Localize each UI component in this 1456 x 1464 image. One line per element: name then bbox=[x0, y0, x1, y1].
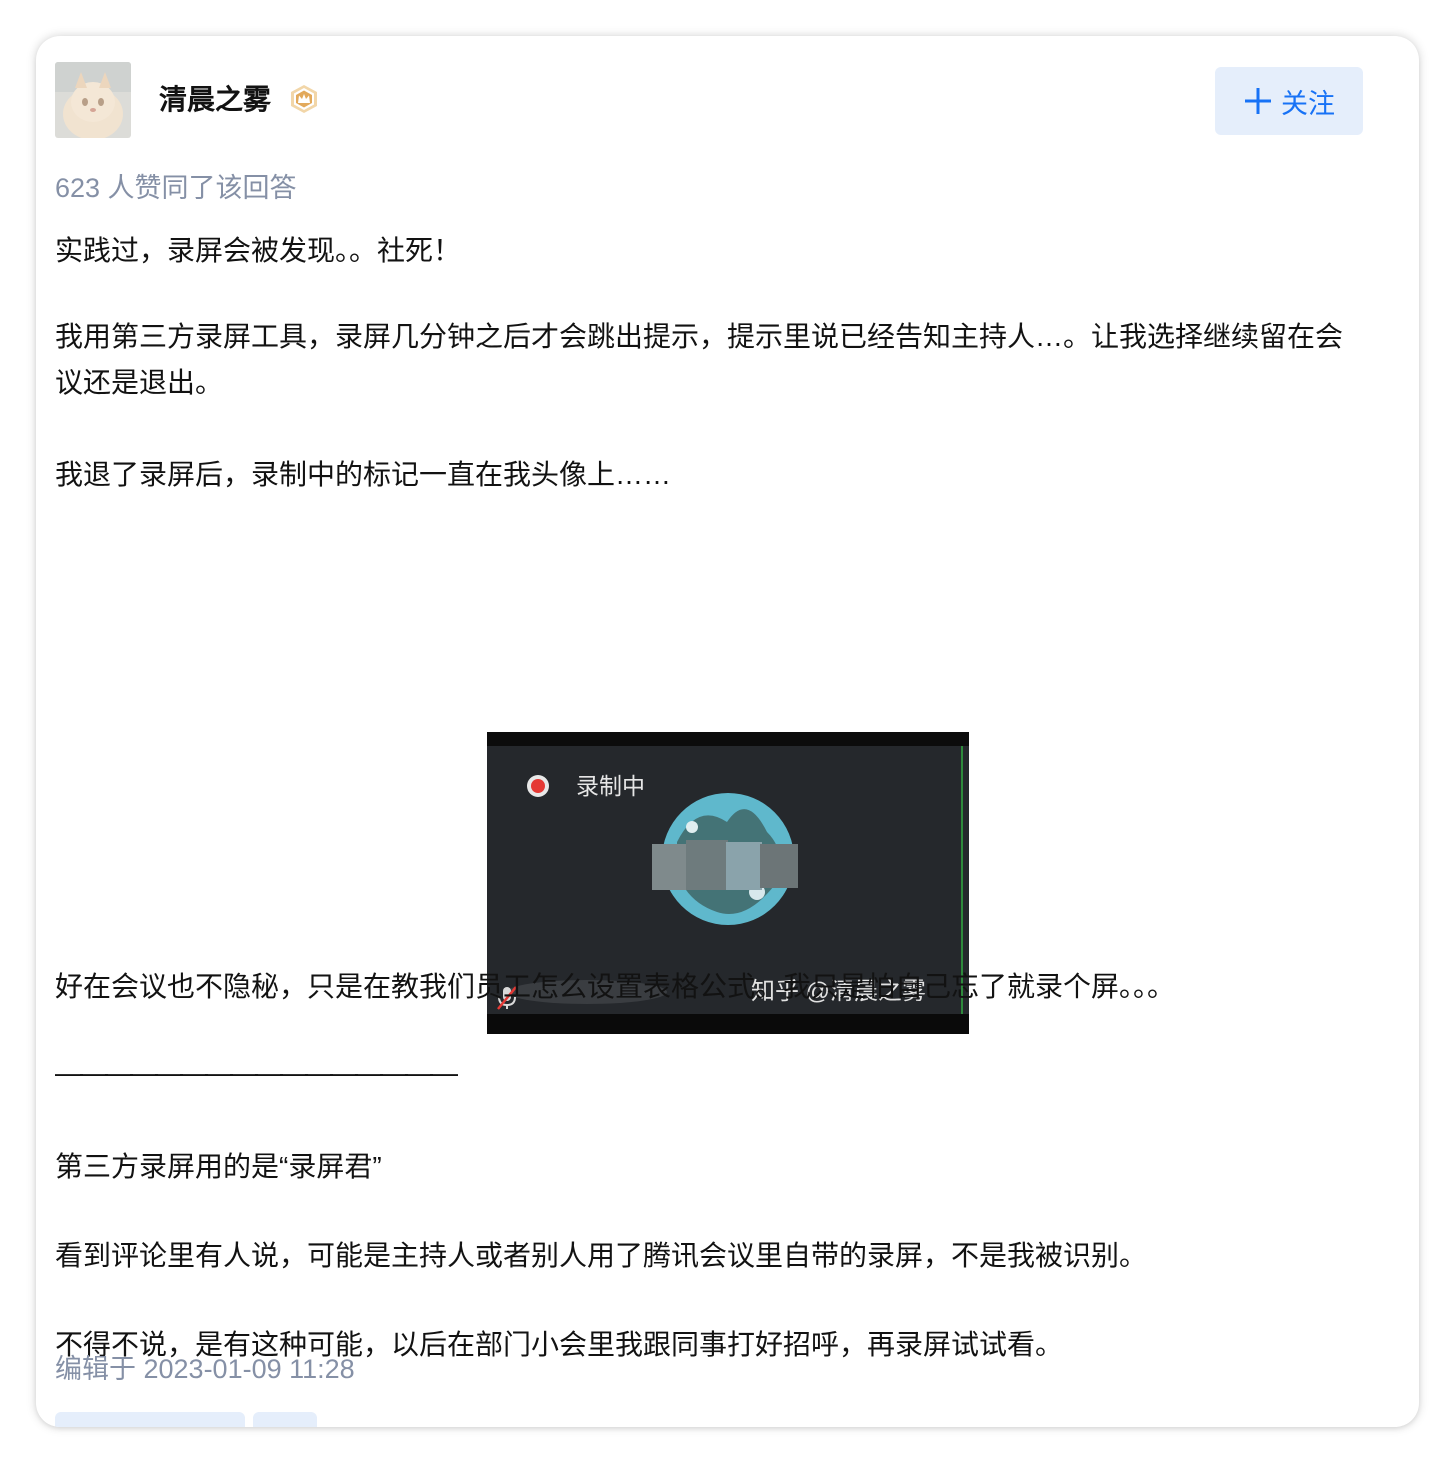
paragraph: 我退了录屏后，录制中的标记一直在我头像上…… bbox=[55, 459, 672, 490]
edit-timestamp: 编辑于 2023-01-09 11:28 bbox=[55, 1354, 355, 1384]
downvote-button[interactable] bbox=[253, 1412, 317, 1427]
paragraph: 我用第三方录屏工具，录屏几分钟之后才会跳出提示，提示里说已经告知主持人…。让我选… bbox=[55, 321, 1344, 398]
recording-label: 录制中 bbox=[576, 773, 645, 799]
vote-button[interactable] bbox=[55, 1412, 245, 1427]
avatar[interactable] bbox=[55, 62, 131, 138]
crown-badge-icon bbox=[289, 84, 319, 114]
follow-button[interactable]: 关注 bbox=[1215, 67, 1363, 135]
author-header: 清晨之雾 关注 bbox=[55, 62, 1363, 138]
divider-text: ———————————————— bbox=[55, 1057, 458, 1088]
paragraph: 看到评论里有人说，可能是主持人或者别人用了腾讯会议里自带的录屏，不是我被识别。 bbox=[55, 1240, 1148, 1271]
paragraph: 实践过，录屏会被发现。。社死！ bbox=[55, 235, 462, 266]
follow-button-label: 关注 bbox=[1281, 88, 1335, 119]
answer-card: 清晨之雾 关注 623 人赞同了该回答 实践过，录屏会被发现。。社死！ 我用第三… bbox=[36, 36, 1419, 1427]
author-name[interactable]: 清晨之雾 bbox=[159, 82, 271, 118]
upvote-count: 623 人赞同了该回答 bbox=[55, 173, 297, 203]
paragraph: 第三方录屏用的是“录屏君” bbox=[55, 1151, 382, 1182]
plus-icon bbox=[1243, 86, 1273, 116]
paragraph: 好在会议也不隐秘，只是在教我们员工怎么设置表格公式。我只是怕自己忘了就录个屏。。… bbox=[55, 971, 1176, 1002]
